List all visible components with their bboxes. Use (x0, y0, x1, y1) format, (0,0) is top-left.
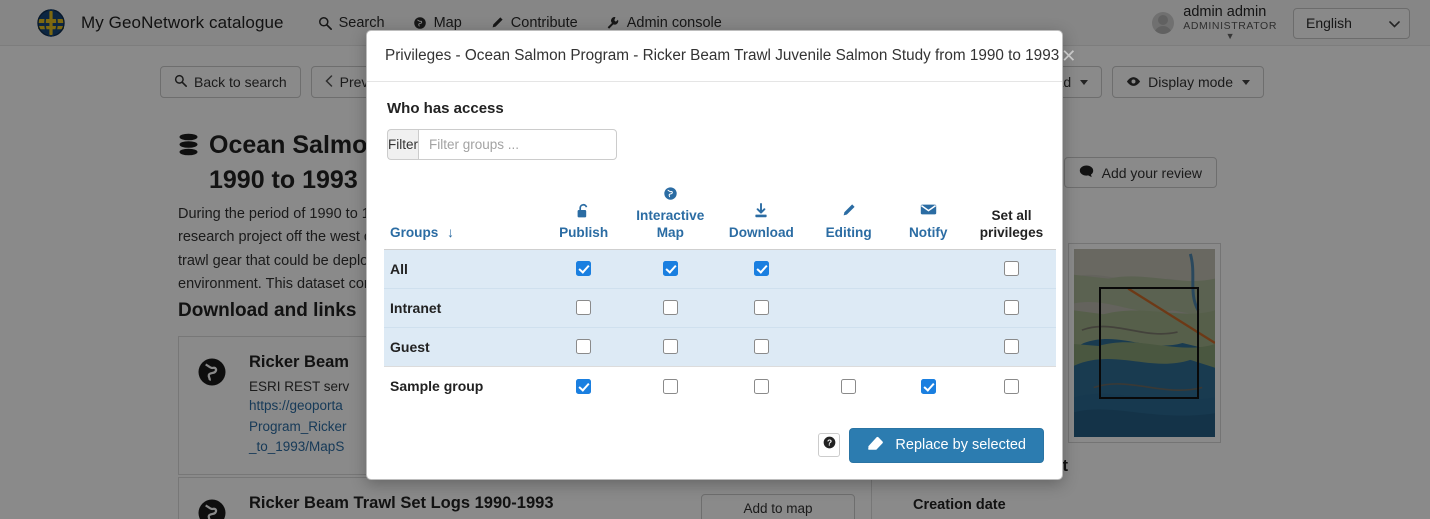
cell-set-all (966, 249, 1056, 289)
checkbox-interactive-map[interactable] (662, 300, 678, 316)
row-group-name: Intranet (384, 288, 542, 328)
cell-editing (807, 249, 890, 289)
checkbox-notify[interactable] (920, 378, 936, 394)
cell-notify (889, 249, 967, 289)
row-group-name: All (384, 249, 542, 289)
cell-interactive-map (625, 366, 716, 406)
replace-by-selected-label: Replace by selected (895, 437, 1026, 454)
table-row: Sample group (384, 366, 1056, 406)
close-icon[interactable]: ✕ (1059, 43, 1078, 69)
cell-interactive-map (625, 249, 716, 289)
who-has-access-heading: Who has access (387, 100, 504, 117)
checkbox-interactive-map[interactable] (662, 378, 678, 394)
cell-download (715, 249, 808, 289)
column-header-notify[interactable]: Notify (890, 186, 967, 250)
checkbox-download[interactable] (753, 378, 769, 394)
unlock-icon (542, 203, 626, 222)
cell-download (715, 327, 808, 367)
column-header-notify-label: Notify (908, 224, 948, 240)
modal-title: Privileges - Ocean Salmon Program - Rick… (385, 47, 1060, 64)
column-header-interactive-map-label: Interactive Map (636, 208, 705, 240)
svg-text:?: ? (827, 438, 832, 448)
column-header-interactive-map[interactable]: Interactive Map (626, 186, 715, 250)
column-header-set-all-label: Set all privileges (979, 208, 1044, 240)
checkbox-publish[interactable] (576, 378, 592, 394)
row-group-name: Sample group (384, 366, 542, 406)
column-header-publish[interactable]: Publish (542, 186, 626, 250)
checkbox-download[interactable] (753, 261, 769, 277)
privileges-table: Groups ↓ Publish Interactive Map Downloa… (384, 186, 1056, 406)
eraser-icon (867, 436, 885, 454)
column-header-editing-label: Editing (825, 224, 872, 240)
table-row: All (384, 249, 1056, 289)
help-button[interactable]: ? (818, 433, 841, 458)
checkbox-publish[interactable] (576, 300, 592, 316)
modal-body: Who has access Filter Groups ↓ (367, 82, 1062, 414)
modal-footer: ? Replace by selected (367, 414, 1062, 479)
checkbox-set-all[interactable] (1003, 300, 1019, 316)
cell-set-all (966, 288, 1056, 328)
pencil-icon (808, 203, 890, 222)
privileges-modal: Privileges - Ocean Salmon Program - Rick… (366, 30, 1076, 480)
filter-groups-input[interactable] (418, 129, 617, 160)
checkbox-publish[interactable] (576, 339, 592, 355)
filter-addon-label: Filter (387, 129, 418, 160)
sort-down-arrow-icon: ↓ (447, 224, 454, 240)
cell-download (715, 288, 808, 328)
column-header-publish-label: Publish (559, 224, 609, 240)
modal-header: Privileges - Ocean Salmon Program - Rick… (367, 31, 1076, 82)
cell-publish (541, 366, 626, 406)
globe-icon (626, 186, 715, 205)
cell-set-all (966, 327, 1056, 367)
checkbox-editing[interactable] (841, 378, 857, 394)
checkbox-set-all[interactable] (1003, 378, 1019, 394)
replace-by-selected-button[interactable]: Replace by selected (849, 427, 1044, 463)
privileges-table-head: Groups ↓ Publish Interactive Map Downloa… (384, 186, 1056, 250)
checkbox-set-all[interactable] (1003, 339, 1019, 355)
checkbox-interactive-map[interactable] (662, 339, 678, 355)
cell-notify (889, 288, 967, 328)
checkbox-interactive-map[interactable] (662, 261, 678, 277)
column-header-download-label: Download (728, 224, 794, 240)
cell-notify (889, 327, 967, 367)
cell-publish (541, 288, 626, 328)
checkbox-publish[interactable] (576, 261, 592, 277)
cell-publish (541, 327, 626, 367)
cell-editing (807, 366, 890, 406)
screen: My GeoNetwork catalogue Search Map Contr… (0, 0, 1430, 519)
group-filter: Filter (387, 129, 617, 160)
cell-editing (807, 327, 890, 367)
column-header-set-all-privileges: Set all privileges (967, 186, 1056, 250)
cell-interactive-map (625, 288, 716, 328)
column-header-download[interactable]: Download (715, 186, 808, 250)
table-header-row: Groups ↓ Publish Interactive Map Downloa… (384, 186, 1056, 250)
download-icon (715, 202, 808, 222)
checkbox-set-all[interactable] (1003, 261, 1019, 277)
column-header-groups-label: Groups (390, 224, 439, 240)
cell-publish (541, 249, 626, 289)
cell-interactive-map (625, 327, 716, 367)
table-row: Intranet (384, 288, 1056, 328)
question-circle-icon: ? (823, 436, 836, 454)
checkbox-download[interactable] (753, 339, 769, 355)
cell-download (715, 366, 808, 406)
privileges-table-body: All Intranet Guest Sample group (384, 249, 1056, 406)
cell-editing (807, 288, 890, 328)
checkbox-download[interactable] (753, 300, 769, 316)
column-header-editing[interactable]: Editing (808, 186, 890, 250)
column-header-groups[interactable]: Groups ↓ (384, 186, 542, 250)
table-row: Guest (384, 327, 1056, 367)
cell-set-all (966, 366, 1056, 406)
cell-notify (889, 366, 967, 406)
envelope-icon (890, 203, 967, 222)
row-group-name: Guest (384, 327, 542, 367)
